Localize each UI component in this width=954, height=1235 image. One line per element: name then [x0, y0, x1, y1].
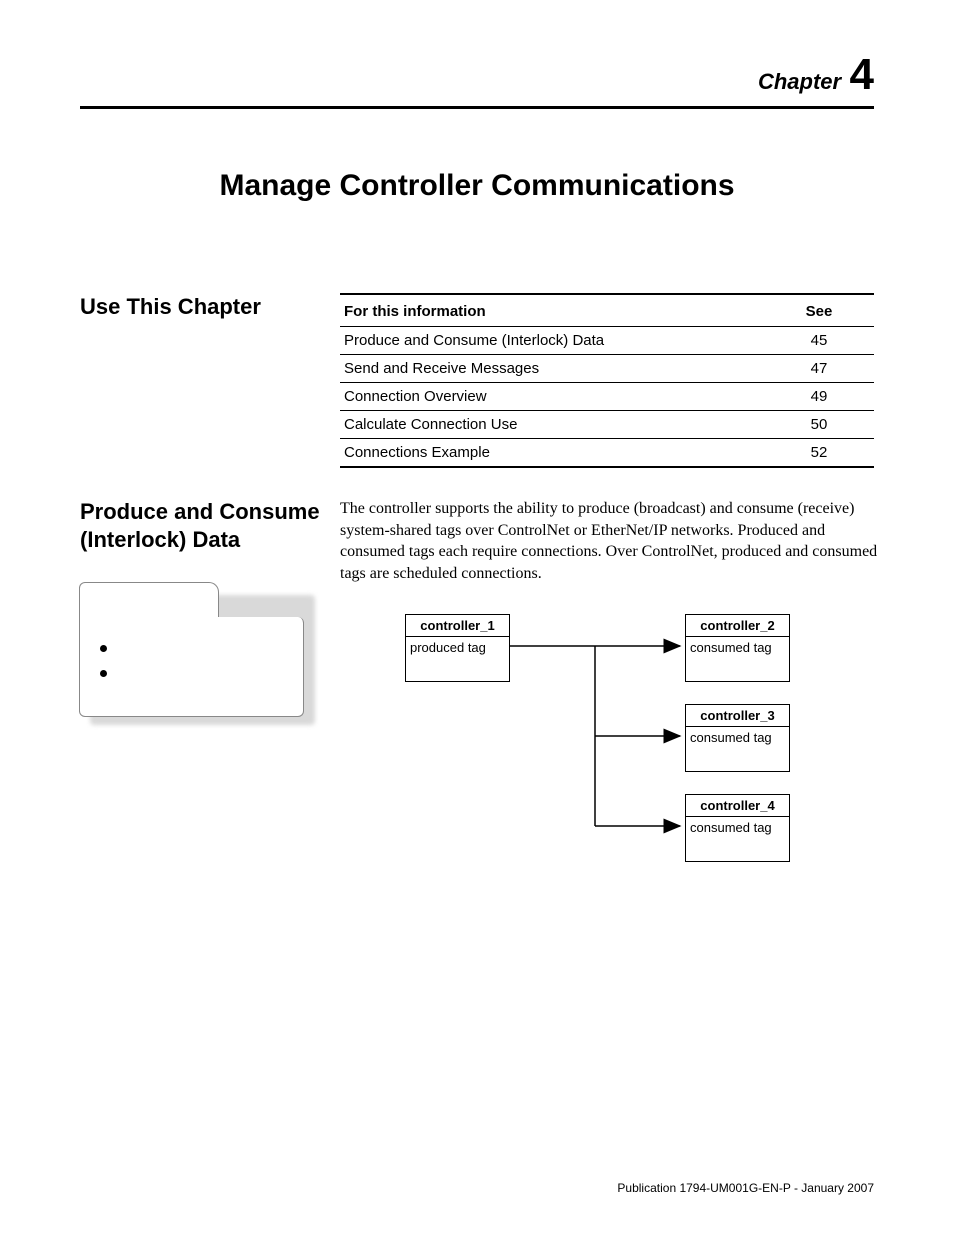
section-produce-consume: Produce and Consume (Interlock) Data The… [80, 498, 874, 886]
toc-info: Produce and Consume (Interlock) Data [340, 327, 764, 355]
diagram-box-title: controller_3 [686, 705, 789, 727]
chapter-header: Chapter 4 [80, 50, 874, 100]
table-row: Connections Example 52 [340, 439, 874, 468]
table-row: Send and Receive Messages 47 [340, 355, 874, 383]
toc-header-see: See [764, 294, 874, 327]
diagram-box-tag: produced tag [406, 637, 509, 681]
producer-consumer-diagram: controller_1 produced tag controller_2 c… [400, 606, 880, 886]
toc-header-info: For this information [340, 294, 764, 327]
body-paragraph: The controller supports the ability to p… [340, 498, 880, 584]
page-title: Manage Controller Communications [80, 169, 874, 203]
toc-page: 49 [764, 383, 874, 411]
diagram-box-tag: consumed tag [686, 637, 789, 681]
publication-footer: Publication 1794-UM001G-EN-P - January 2… [617, 1181, 874, 1195]
diagram-box-tag: consumed tag [686, 817, 789, 861]
toc-info: Connections Example [340, 439, 764, 468]
diagram-box-controller-3: controller_3 consumed tag [685, 704, 790, 772]
toc-info: Send and Receive Messages [340, 355, 764, 383]
header-rule [80, 106, 874, 109]
toc-page: 47 [764, 355, 874, 383]
diagram-box-title: controller_2 [686, 615, 789, 637]
diagram-box-controller-4: controller_4 consumed tag [685, 794, 790, 862]
table-row: Connection Overview 49 [340, 383, 874, 411]
toc-page: 50 [764, 411, 874, 439]
toc-page: 52 [764, 439, 874, 468]
table-row: Calculate Connection Use 50 [340, 411, 874, 439]
table-row: Produce and Consume (Interlock) Data 45 [340, 327, 874, 355]
section-use-this-chapter: Use This Chapter For this information Se… [80, 293, 874, 468]
chapter-number: 4 [850, 50, 874, 99]
toc-table: For this information See Produce and Con… [340, 293, 874, 468]
toc-page: 45 [764, 327, 874, 355]
toc-info: Connection Overview [340, 383, 764, 411]
diagram-box-controller-2: controller_2 consumed tag [685, 614, 790, 682]
diagram-box-tag: consumed tag [686, 727, 789, 771]
section-heading-use-this-chapter: Use This Chapter [80, 293, 340, 321]
section-heading-produce-consume: Produce and Consume (Interlock) Data [80, 498, 340, 553]
chapter-label: Chapter [758, 69, 841, 94]
bullet-icon [100, 645, 107, 652]
bullet-icon [100, 670, 107, 677]
diagram-box-title: controller_4 [686, 795, 789, 817]
diagram-box-controller-1: controller_1 produced tag [405, 614, 510, 682]
diagram-box-title: controller_1 [406, 615, 509, 637]
callout-card [80, 583, 310, 723]
toc-info: Calculate Connection Use [340, 411, 764, 439]
